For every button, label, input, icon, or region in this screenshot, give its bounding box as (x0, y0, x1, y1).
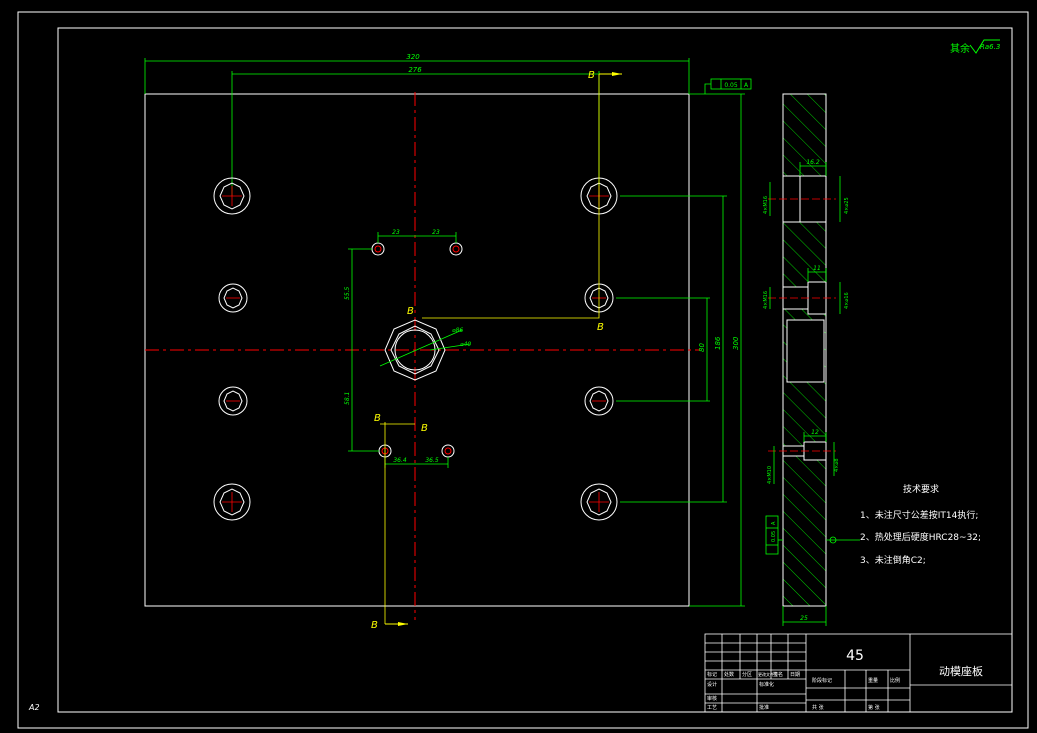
pin-hole-bottom-right (441, 444, 455, 458)
title-row-mark: 标记 (707, 671, 717, 678)
screw-hole-mid-left-lower (218, 386, 248, 416)
pin-hole-top-left (371, 242, 385, 256)
section-label-b-low-a: B (374, 413, 381, 424)
title-row-zone: 分区 (742, 671, 752, 678)
section-path-upper (422, 74, 600, 319)
bolt-hole-top-left (213, 177, 251, 215)
bolt-hole-bottom-left (213, 483, 251, 521)
section-label-b-top: B (588, 70, 595, 81)
tech-req-heading: 技术要求 (903, 483, 939, 495)
section-label-b-center-right: B (597, 322, 604, 333)
dim-side-height: 300 (732, 336, 740, 350)
flatness-datum: A (744, 82, 749, 89)
title-row-sign: 签名 (773, 671, 783, 678)
screw-hole-mid-left-upper (218, 283, 248, 313)
dim-counterbore-mid-depth: 11 (813, 265, 821, 272)
dim-hole-span: 276 (408, 66, 422, 74)
dim-small-hole-right-gap: 23 (432, 229, 440, 236)
title-sheet-no: 第 张 (868, 704, 880, 711)
screw-hole-mid-right-lower (584, 386, 614, 416)
pin-hole-top-right (449, 242, 463, 256)
bolt-label-left-top: 4×M16 (763, 196, 769, 214)
dim-lower-offset: 58.1 (344, 392, 351, 405)
dim-center-bore-inner: ⌀40 (460, 341, 471, 348)
title-part-name: 动模座板 (939, 664, 983, 678)
bolt-hole-bottom-right (580, 483, 618, 521)
title-process: 工艺 (707, 705, 717, 711)
dim-inner-80: 80 (698, 343, 706, 352)
sheet-size-label: A2 (28, 703, 40, 712)
bolt-label-right-top: 4×⌀25 (844, 197, 850, 214)
dim-bottom-right-gap: 36.5 (425, 457, 439, 464)
title-row-date: 日期 (790, 672, 800, 678)
title-weight: 重量 (868, 677, 878, 684)
dim-counterbore-low-depth: 12 (811, 429, 819, 436)
section-path-lower (380, 422, 415, 624)
roughness-note: 其余 (950, 42, 970, 55)
dim-upper-offset: 55.5 (344, 286, 351, 300)
bolt-label-right-mid: 4×⌀16 (844, 292, 850, 309)
title-standardization: 标准化 (759, 681, 774, 688)
section-label-b-low-b: B (421, 423, 428, 434)
section-label-b-center: B (407, 306, 414, 317)
dim-center-bore-outer: ⌀86 (452, 327, 463, 334)
roughness-value: Ra6.3 (980, 43, 1000, 51)
drawing-frame (57, 27, 1013, 713)
dim-counterbore-top-depth: 16.2 (806, 159, 820, 166)
title-approve: 批准 (759, 704, 769, 711)
title-designer: 设计 (707, 681, 717, 688)
parallel-datum: A (771, 521, 777, 525)
sheet-outer-border (17, 11, 1029, 729)
dim-inner-186: 186 (714, 336, 722, 350)
bolt-label-right-low: 4×⌀8 (834, 458, 840, 472)
flatness-tol-value: 0.05 (724, 82, 738, 89)
title-row-count: 处数 (724, 671, 734, 678)
title-sheets-total: 共 张 (812, 704, 824, 711)
title-material: 45 (846, 648, 864, 664)
cad-drawing: A2 其余 Ra6.3 320 276 B 0.05 A 300 186 80 (17, 11, 1029, 729)
tech-req-item-2: 2、热处理后硬度HRC28~32; (860, 531, 981, 543)
parallel-tol-value: 0.05 (771, 531, 777, 542)
dim-side-thickness: 25 (800, 615, 808, 622)
title-scale: 比例 (890, 677, 900, 684)
bolt-label-left-mid: 4×M16 (763, 291, 769, 309)
tech-req-item-1: 1、未注尺寸公差按IT14执行; (860, 509, 978, 521)
dim-bottom-left-gap: 36.4 (393, 457, 407, 464)
title-checker: 审核 (707, 695, 717, 702)
section-label-b-bottom: B (371, 620, 378, 631)
bolt-label-left-low: 4×M10 (767, 466, 773, 484)
tech-req-item-3: 3、未注倒角C2; (860, 554, 926, 566)
dim-small-hole-left-gap: 23 (392, 229, 400, 236)
dim-overall-width: 320 (406, 53, 420, 61)
title-stage-marks: 阶段标记 (812, 677, 832, 684)
